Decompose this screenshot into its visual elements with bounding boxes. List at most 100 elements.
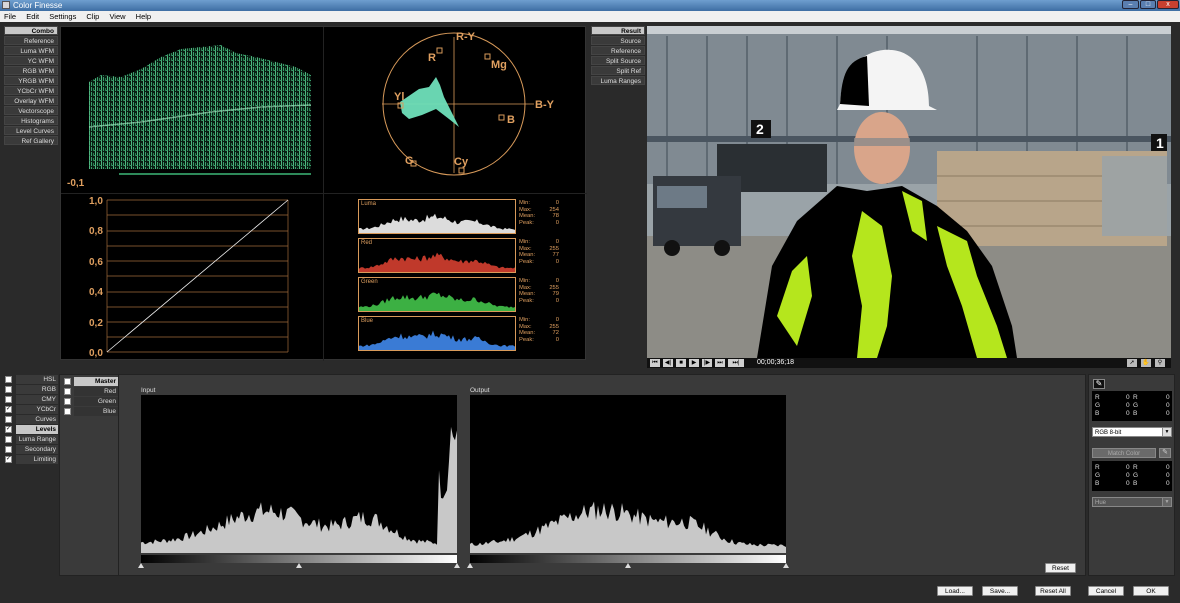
match-method-select[interactable]: Hue ▼: [1092, 497, 1172, 507]
channel-blue-checkbox[interactable]: [64, 408, 71, 415]
viewer-button-split-ref[interactable]: Split Ref: [591, 66, 645, 75]
correction-tab-ycbcr[interactable]: ✓ YCbCr: [5, 405, 58, 414]
reset-all-button[interactable]: Reset All: [1035, 586, 1071, 596]
input-gradient-slider[interactable]: [141, 555, 457, 563]
enable-levels-checkbox[interactable]: ✓: [5, 426, 12, 433]
scope-button-vectorscope[interactable]: Vectorscope: [4, 106, 58, 115]
channel-red[interactable]: Red: [64, 387, 118, 396]
curve-ylabel-3: 0,6: [89, 257, 103, 268]
maximize-button[interactable]: □: [1140, 0, 1156, 9]
ok-button[interactable]: OK: [1133, 586, 1169, 596]
stop-button[interactable]: ■: [676, 359, 686, 367]
correction-tab-rgb[interactable]: RGB: [5, 385, 58, 394]
window-title: Color Finesse: [13, 1, 63, 10]
enable-luma-range-checkbox[interactable]: [5, 436, 12, 443]
load-button[interactable]: Load...: [937, 586, 973, 596]
step-back-button[interactable]: ◀|: [663, 359, 673, 367]
enable-curves-checkbox[interactable]: [5, 416, 12, 423]
eyedropper-icon[interactable]: ✎: [1093, 379, 1105, 389]
scope-button-level-curves[interactable]: Level Curves: [4, 126, 58, 135]
menu-edit[interactable]: Edit: [22, 11, 43, 22]
vs-label-g: G: [405, 155, 414, 167]
input-white-handle[interactable]: [454, 563, 460, 568]
scope-button-yc-wfm[interactable]: YC WFM: [4, 56, 58, 65]
channel-red-checkbox[interactable]: [64, 388, 71, 395]
menu-settings[interactable]: Settings: [45, 11, 80, 22]
result-viewer[interactable]: 2 1: [647, 26, 1171, 358]
curve-ylabel-4: 0,4: [89, 287, 103, 298]
vs-label-r: R: [428, 52, 436, 64]
zoom-tool-icon[interactable]: ⚲: [1155, 359, 1165, 367]
viewer-button-source[interactable]: Source: [591, 36, 645, 45]
correction-tab-hsl[interactable]: HSL: [5, 375, 58, 384]
menu-clip[interactable]: Clip: [82, 11, 103, 22]
histogram-luma-stats: Min: 0 Max: 254 Mean: 78 Peak: 0: [519, 200, 559, 226]
chevron-down-icon: ▼: [1162, 498, 1171, 506]
histogram-green: Green: [358, 277, 516, 312]
input-black-handle[interactable]: [138, 563, 144, 568]
output-black-handle[interactable]: [467, 563, 473, 568]
output-gamma-handle[interactable]: [625, 563, 631, 568]
scope-button-reference[interactable]: Reference: [4, 36, 58, 45]
scope-button-rgb-wfm[interactable]: RGB WFM: [4, 66, 58, 75]
enable-secondary-checkbox[interactable]: [5, 446, 12, 453]
correction-tab-cmy[interactable]: CMY: [5, 395, 58, 404]
output-gradient-slider[interactable]: [470, 555, 786, 563]
correction-tab-limiting[interactable]: ✓ Limiting: [5, 455, 58, 464]
channel-master[interactable]: Master: [64, 377, 118, 386]
vs-label-b: B: [507, 114, 515, 126]
viewer-button-split-source[interactable]: Split Source: [591, 56, 645, 65]
reset-levels-button[interactable]: Reset: [1045, 563, 1076, 573]
viewer-selector: Result Source Reference Split Source Spl…: [591, 26, 645, 86]
menu-file[interactable]: File: [0, 11, 20, 22]
scope-button-overlay-wfm[interactable]: Overlay WFM: [4, 96, 58, 105]
go-to-start-button[interactable]: ⏮: [650, 359, 660, 367]
correction-tab-curves[interactable]: Curves: [5, 415, 58, 424]
cancel-button[interactable]: Cancel: [1088, 586, 1124, 596]
scope-button-ycbcr-wfm[interactable]: YCbCr WFM: [4, 86, 58, 95]
scope-button-luma-wfm[interactable]: Luma WFM: [4, 46, 58, 55]
enable-ycbcr-checkbox[interactable]: ✓: [5, 406, 12, 413]
menu-view[interactable]: View: [105, 11, 129, 22]
viewer-button-result[interactable]: Result: [591, 26, 645, 35]
channel-blue[interactable]: Blue: [64, 407, 118, 416]
viewer-button-reference[interactable]: Reference: [591, 46, 645, 55]
output-white-handle[interactable]: [783, 563, 789, 568]
enable-rgb-checkbox[interactable]: [5, 386, 12, 393]
jump-to-end-button[interactable]: ⏭|: [728, 359, 744, 367]
channel-green-checkbox[interactable]: [64, 398, 71, 405]
scope-selector: Combo Reference Luma WFM YC WFM RGB WFM …: [4, 26, 58, 146]
correction-tab-levels[interactable]: ✓ Levels: [5, 425, 58, 434]
play-button[interactable]: ▶: [689, 359, 699, 367]
scope-button-combo[interactable]: Combo: [4, 26, 58, 35]
hand-tool-icon[interactable]: ✋: [1141, 359, 1151, 367]
scopes-panel: -0,1 R-Y R Mg Yl B-Y B G Cy 1,0 0,8 0,6 …: [60, 26, 587, 361]
channel-master-checkbox[interactable]: [64, 378, 71, 385]
minimize-button[interactable]: –: [1122, 0, 1139, 9]
correction-tab-secondary[interactable]: Secondary: [5, 445, 58, 454]
input-gamma-handle[interactable]: [296, 563, 302, 568]
step-forward-button[interactable]: |▶: [702, 359, 712, 367]
enable-cmy-checkbox[interactable]: [5, 396, 12, 403]
viewer-button-luma-ranges[interactable]: Luma Ranges: [591, 76, 645, 85]
channel-green[interactable]: Green: [64, 397, 118, 406]
go-to-end-button[interactable]: ⏭: [715, 359, 725, 367]
scope-button-yrgb-wfm[interactable]: YRGB WFM: [4, 76, 58, 85]
histogram-red: Red: [358, 238, 516, 273]
menu-help[interactable]: Help: [132, 11, 155, 22]
scope-button-ref-gallery[interactable]: Ref Gallery: [4, 136, 58, 145]
color-mode-select[interactable]: RGB 8-bit ▼: [1092, 427, 1172, 437]
scope-button-histograms[interactable]: Histograms: [4, 116, 58, 125]
vs-label-cy: Cy: [454, 156, 469, 168]
save-button[interactable]: Save...: [982, 586, 1018, 596]
histogram-green-stats: Min: 0 Max: 255 Mean: 79 Peak: 0: [519, 278, 559, 304]
enable-limiting-checkbox[interactable]: ✓: [5, 456, 12, 463]
match-color-button[interactable]: Match Color: [1092, 448, 1156, 458]
match-eyedropper-icon[interactable]: ✎: [1159, 448, 1171, 458]
enable-hsl-checkbox[interactable]: [5, 376, 12, 383]
close-button[interactable]: x: [1157, 0, 1179, 9]
correction-tab-luma-range[interactable]: Luma Range: [5, 435, 58, 444]
chevron-down-icon: ▼: [1162, 428, 1171, 436]
pointer-tool-icon[interactable]: ➚: [1127, 359, 1137, 367]
input-label: Input: [141, 387, 156, 394]
